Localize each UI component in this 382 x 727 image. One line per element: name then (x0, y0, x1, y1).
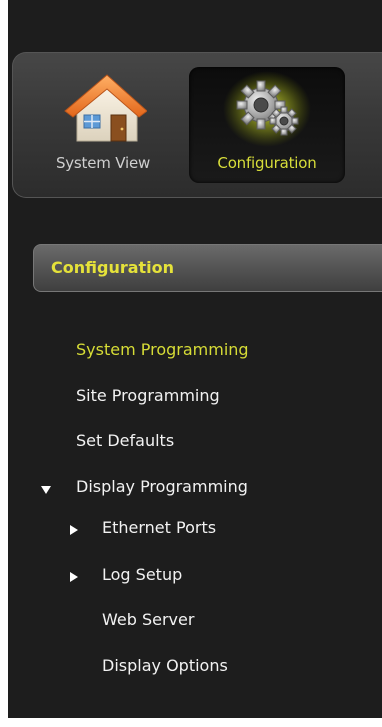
menu-item-system-programming[interactable]: System Programming (76, 340, 249, 359)
configuration-button[interactable]: Configuration (189, 67, 345, 183)
house-icon (64, 74, 147, 142)
menu-item-site-programming[interactable]: Site Programming (76, 386, 220, 405)
caret-right-icon[interactable] (70, 572, 78, 582)
configuration-label: Configuration (217, 154, 317, 172)
menu-item-log-setup[interactable]: Log Setup (102, 565, 182, 584)
caret-down-icon[interactable] (41, 486, 51, 494)
top-navigation-bar: System View Configuration (12, 52, 382, 198)
menu-item-web-server[interactable]: Web Server (102, 610, 194, 629)
caret-right-icon[interactable] (70, 525, 78, 535)
system-view-label: System View (55, 154, 151, 172)
gears-icon (223, 71, 311, 147)
system-view-button[interactable]: System View (25, 67, 181, 183)
menu-item-ethernet-ports[interactable]: Ethernet Ports (102, 518, 216, 537)
section-title: Configuration (51, 258, 175, 277)
menu-item-display-programming[interactable]: Display Programming (76, 477, 248, 496)
section-header: Configuration (33, 244, 382, 292)
menu-item-set-defaults[interactable]: Set Defaults (76, 431, 174, 450)
configuration-app: System View Configuration Configuration … (8, 0, 382, 718)
menu-item-display-options[interactable]: Display Options (102, 656, 228, 675)
